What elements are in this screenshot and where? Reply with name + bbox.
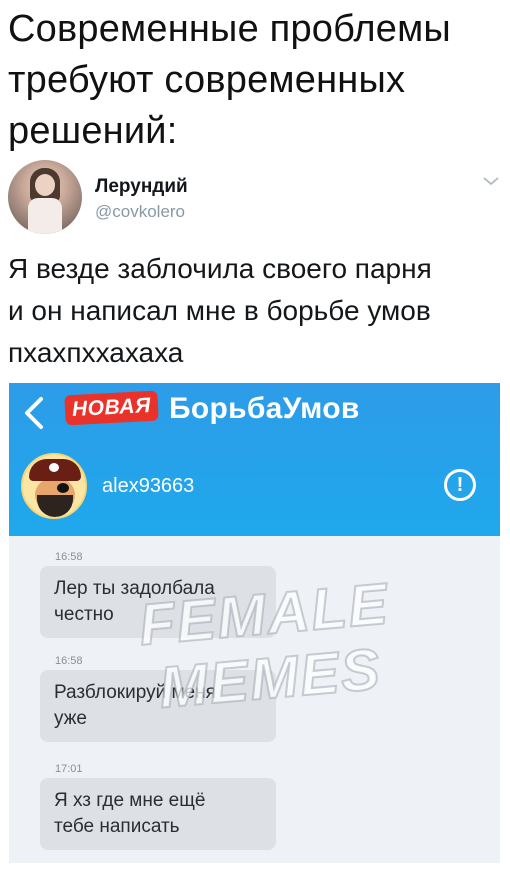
author-handle[interactable]: @covkolero <box>95 202 185 222</box>
tweet-text: Я везде заблочила своего парня и он напи… <box>8 253 432 368</box>
author-name[interactable]: Лерундий <box>95 176 188 198</box>
meme-caption: Современные проблемы требуют современных… <box>8 8 451 152</box>
app-screenshot: НОВАЯ БорьбаУмов alex93663 ! 16:58 Лер т… <box>9 383 500 863</box>
message-bubble: Разблокируй меня уже <box>40 670 276 742</box>
new-badge: НОВАЯ <box>64 390 159 426</box>
message-time: 16:58 <box>55 655 83 667</box>
back-button[interactable] <box>15 391 55 435</box>
message-time: 17:01 <box>55 763 83 775</box>
author-avatar[interactable] <box>8 160 82 234</box>
chat-user-avatar[interactable] <box>21 453 87 519</box>
message-time: 16:58 <box>55 551 83 563</box>
info-icon[interactable]: ! <box>444 469 476 501</box>
chat-messages: 16:58 Лер ты задолбала честно 16:58 Разб… <box>9 536 500 863</box>
app-header: НОВАЯ БорьбаУмов alex93663 ! <box>9 383 500 536</box>
message-bubble: Лер ты задолбала честно <box>40 566 276 638</box>
chevron-down-icon[interactable] <box>480 170 502 192</box>
message-bubble: Я хз где мне ещё тебе написать <box>40 778 276 850</box>
app-logo: БорьбаУмов <box>169 392 360 425</box>
chat-username[interactable]: alex93663 <box>102 475 194 498</box>
tweet-header: Лерундий @covkolero <box>8 160 502 238</box>
